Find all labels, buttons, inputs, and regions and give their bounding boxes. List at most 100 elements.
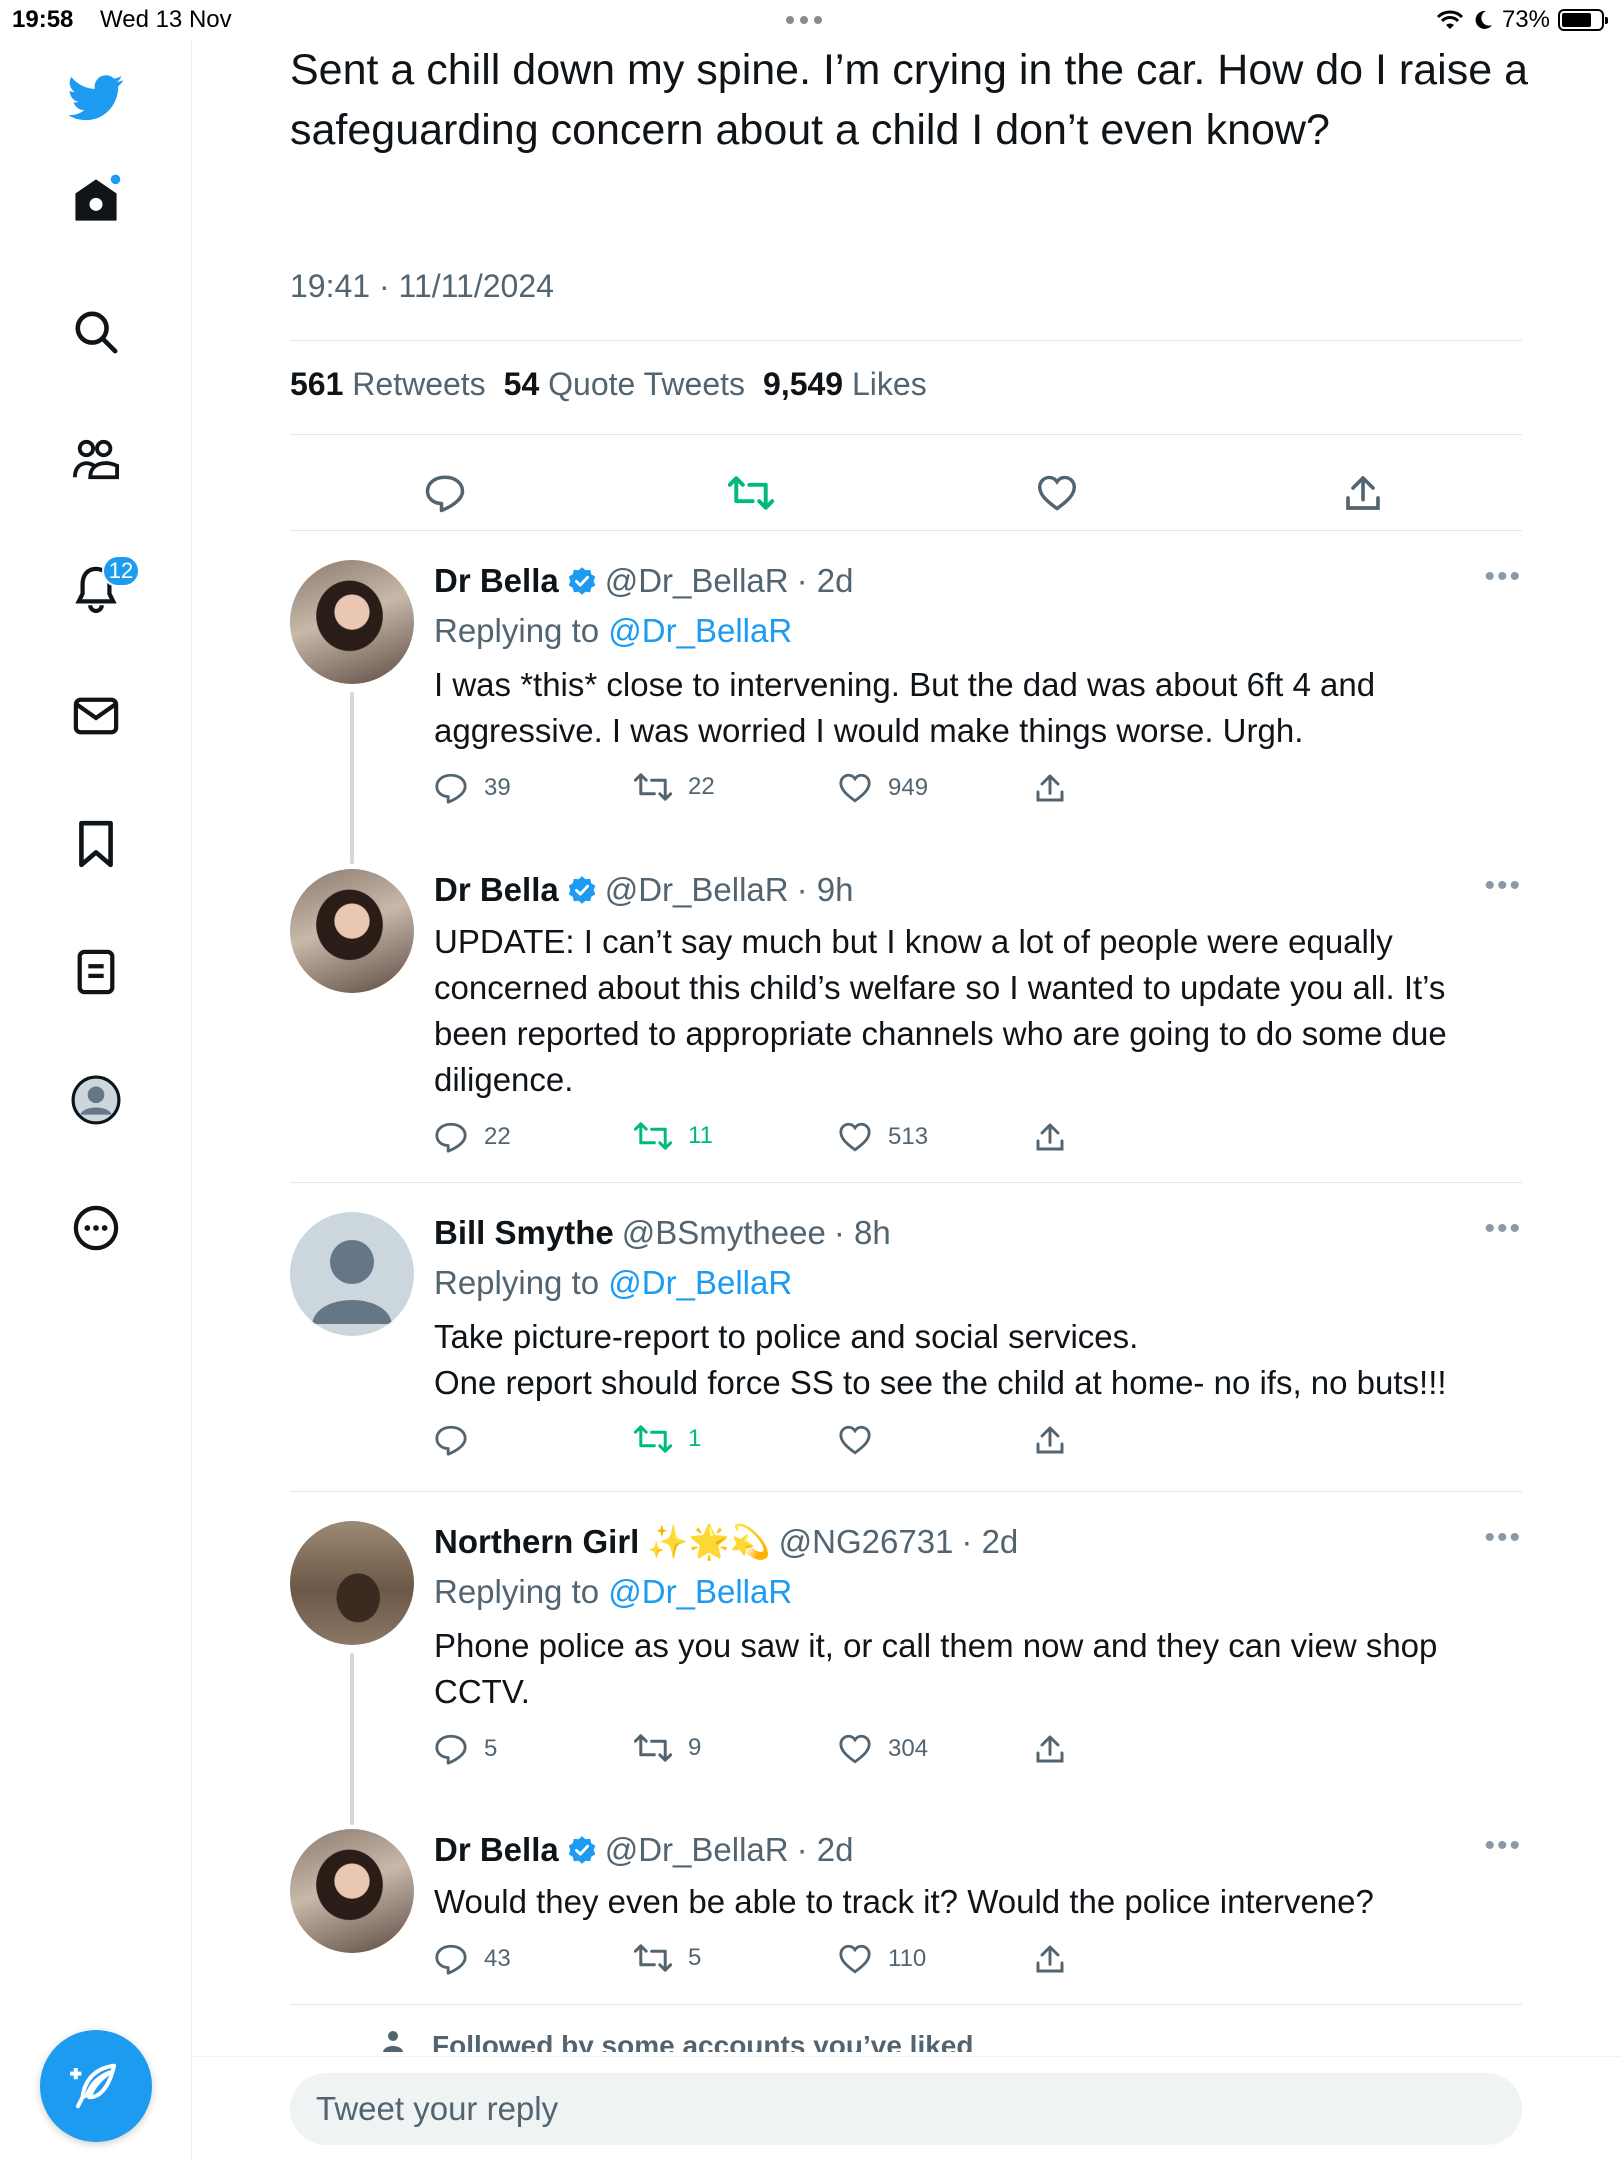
tweet-timestamp[interactable]: 19:41 · 11/11/2024 — [290, 268, 554, 305]
share-action[interactable] — [1034, 1733, 1066, 1765]
more-menu-icon[interactable]: ••• — [1484, 869, 1522, 903]
author-name[interactable]: Northern Girl — [434, 1521, 639, 1563]
communities-icon[interactable] — [66, 430, 126, 490]
twitter-logo-icon[interactable] — [66, 68, 126, 128]
retweet-action[interactable]: 1 — [634, 1424, 701, 1454]
home-icon[interactable] — [66, 170, 126, 230]
author-handle[interactable]: @BSmytheee — [622, 1212, 826, 1254]
reply-text: UPDATE: I can’t say much but I know a lo… — [434, 923, 1447, 1098]
reply-icon — [435, 773, 467, 804]
share-action[interactable] — [1034, 1121, 1066, 1153]
replying-to-line: Replying to @Dr_BellaR — [434, 1573, 793, 1610]
avatar[interactable] — [290, 869, 414, 993]
like-action[interactable]: 304 — [838, 1733, 928, 1765]
lists-icon[interactable] — [66, 942, 126, 1002]
author-handle[interactable]: @Dr_BellaR — [605, 560, 789, 602]
author-name[interactable]: Bill Smythe — [434, 1212, 614, 1254]
reply-time: · 9h — [796, 871, 854, 908]
more-menu-icon[interactable]: ••• — [1484, 1521, 1522, 1555]
share-action[interactable] — [1034, 772, 1066, 804]
reply-tweet[interactable]: Dr Bella @Dr_BellaR · 2d ••• Would they … — [290, 1829, 1522, 2029]
wifi-icon — [1436, 10, 1464, 29]
retweet-action[interactable]: 9 — [634, 1733, 701, 1763]
search-icon[interactable] — [66, 302, 126, 362]
reply-icon — [435, 1425, 467, 1456]
author-name[interactable]: Dr Bella — [434, 869, 559, 911]
replying-to-line: Replying to @Dr_BellaR — [434, 612, 793, 649]
reply-tweet[interactable]: Dr Bella @Dr_BellaR · 9h ••• UPDATE: I c… — [290, 869, 1522, 1169]
reply-time: · 8h — [833, 1214, 891, 1251]
reply-time: · 2d — [796, 1831, 854, 1868]
retweet-action[interactable]: 22 — [634, 772, 715, 802]
reply-time: · 2d — [961, 1523, 1019, 1560]
share-action[interactable] — [1034, 1424, 1066, 1456]
reply-icon[interactable] — [420, 468, 470, 518]
reply-icon — [435, 1734, 467, 1765]
replying-to-link[interactable]: @Dr_BellaR — [608, 1573, 792, 1610]
tweet-stats: 561 Retweets 54 Quote Tweets 9,549 Likes — [290, 366, 927, 403]
share-action[interactable] — [1034, 1943, 1066, 1975]
reply-action[interactable]: 5 — [434, 1733, 497, 1765]
verified-badge-icon — [567, 566, 597, 596]
reply-icon — [435, 1122, 467, 1153]
retweet-action[interactable]: 5 — [634, 1943, 701, 1973]
replying-to-line: Replying to @Dr_BellaR — [434, 1264, 793, 1301]
retweets-stat[interactable]: 561 Retweets — [290, 366, 486, 403]
reply-tweet[interactable]: Northern Girl ✨🌟💫 @NG26731 · 2d ••• Repl… — [290, 1521, 1522, 1825]
verified-badge-icon — [567, 875, 597, 905]
avatar[interactable] — [290, 1212, 414, 1336]
share-icon[interactable] — [1338, 468, 1388, 518]
more-options-icon[interactable] — [66, 1198, 126, 1258]
avatar[interactable] — [290, 1521, 414, 1645]
like-heart-icon[interactable] — [1032, 468, 1082, 518]
retweet-icon — [634, 1944, 672, 1972]
likes-stat[interactable]: 9,549 Likes — [763, 366, 927, 403]
author-handle[interactable]: @Dr_BellaR — [605, 869, 789, 911]
retweet-icon[interactable] — [726, 468, 776, 518]
divider — [290, 1182, 1522, 1183]
bookmarks-icon[interactable] — [66, 814, 126, 874]
divider — [290, 340, 1522, 341]
more-menu-icon[interactable]: ••• — [1484, 1829, 1522, 1863]
compose-tweet-button[interactable] — [40, 2030, 152, 2142]
divider — [290, 530, 1522, 531]
messages-icon[interactable] — [66, 686, 126, 746]
author-name[interactable]: Dr Bella — [434, 1829, 559, 1871]
quote-tweets-stat[interactable]: 54 Quote Tweets — [504, 366, 745, 403]
reply-tweet[interactable]: Bill Smythe @BSmytheee · 8h ••• Replying… — [290, 1212, 1522, 1512]
profile-avatar-icon[interactable] — [66, 1070, 126, 1130]
tweet-actions — [290, 460, 1522, 530]
like-action[interactable] — [838, 1424, 888, 1456]
more-menu-icon[interactable]: ••• — [1484, 560, 1522, 594]
reply-tweet[interactable]: Dr Bella @Dr_BellaR · 2d ••• Replying to… — [290, 560, 1522, 864]
replying-to-link[interactable]: @Dr_BellaR — [608, 612, 792, 649]
like-heart-icon — [839, 773, 871, 803]
thread-line — [350, 1653, 354, 1825]
reply-action[interactable]: 43 — [434, 1943, 511, 1975]
reply-action[interactable]: 22 — [434, 1121, 511, 1153]
author-name[interactable]: Dr Bella — [434, 560, 559, 602]
reply-action[interactable]: 39 — [434, 772, 511, 804]
retweet-action[interactable]: 11 — [634, 1121, 713, 1151]
like-action[interactable]: 513 — [838, 1121, 928, 1153]
author-emoji: ✨🌟💫 — [647, 1523, 771, 1560]
verified-badge-icon — [567, 1835, 597, 1865]
share-icon — [1036, 1945, 1064, 1973]
share-icon — [1036, 1123, 1064, 1151]
replying-to-link[interactable]: @Dr_BellaR — [608, 1264, 792, 1301]
like-action[interactable]: 110 — [838, 1943, 926, 1975]
avatar[interactable] — [290, 1829, 414, 1953]
divider — [290, 1491, 1522, 1492]
like-action[interactable]: 949 — [838, 772, 928, 804]
more-menu-icon[interactable]: ••• — [1484, 1212, 1522, 1246]
reply-text: I was *this* close to intervening. But t… — [434, 666, 1376, 749]
battery-icon — [1558, 9, 1608, 31]
author-handle[interactable]: @Dr_BellaR — [605, 1829, 789, 1871]
tweet-reply-input[interactable] — [290, 2073, 1522, 2145]
multitasking-dots[interactable] — [786, 16, 822, 24]
reply-action[interactable] — [434, 1424, 484, 1456]
battery-percent: 73% — [1501, 6, 1550, 33]
author-handle[interactable]: @NG26731 — [779, 1521, 954, 1563]
avatar[interactable] — [290, 560, 414, 684]
like-heart-icon — [839, 1734, 871, 1764]
